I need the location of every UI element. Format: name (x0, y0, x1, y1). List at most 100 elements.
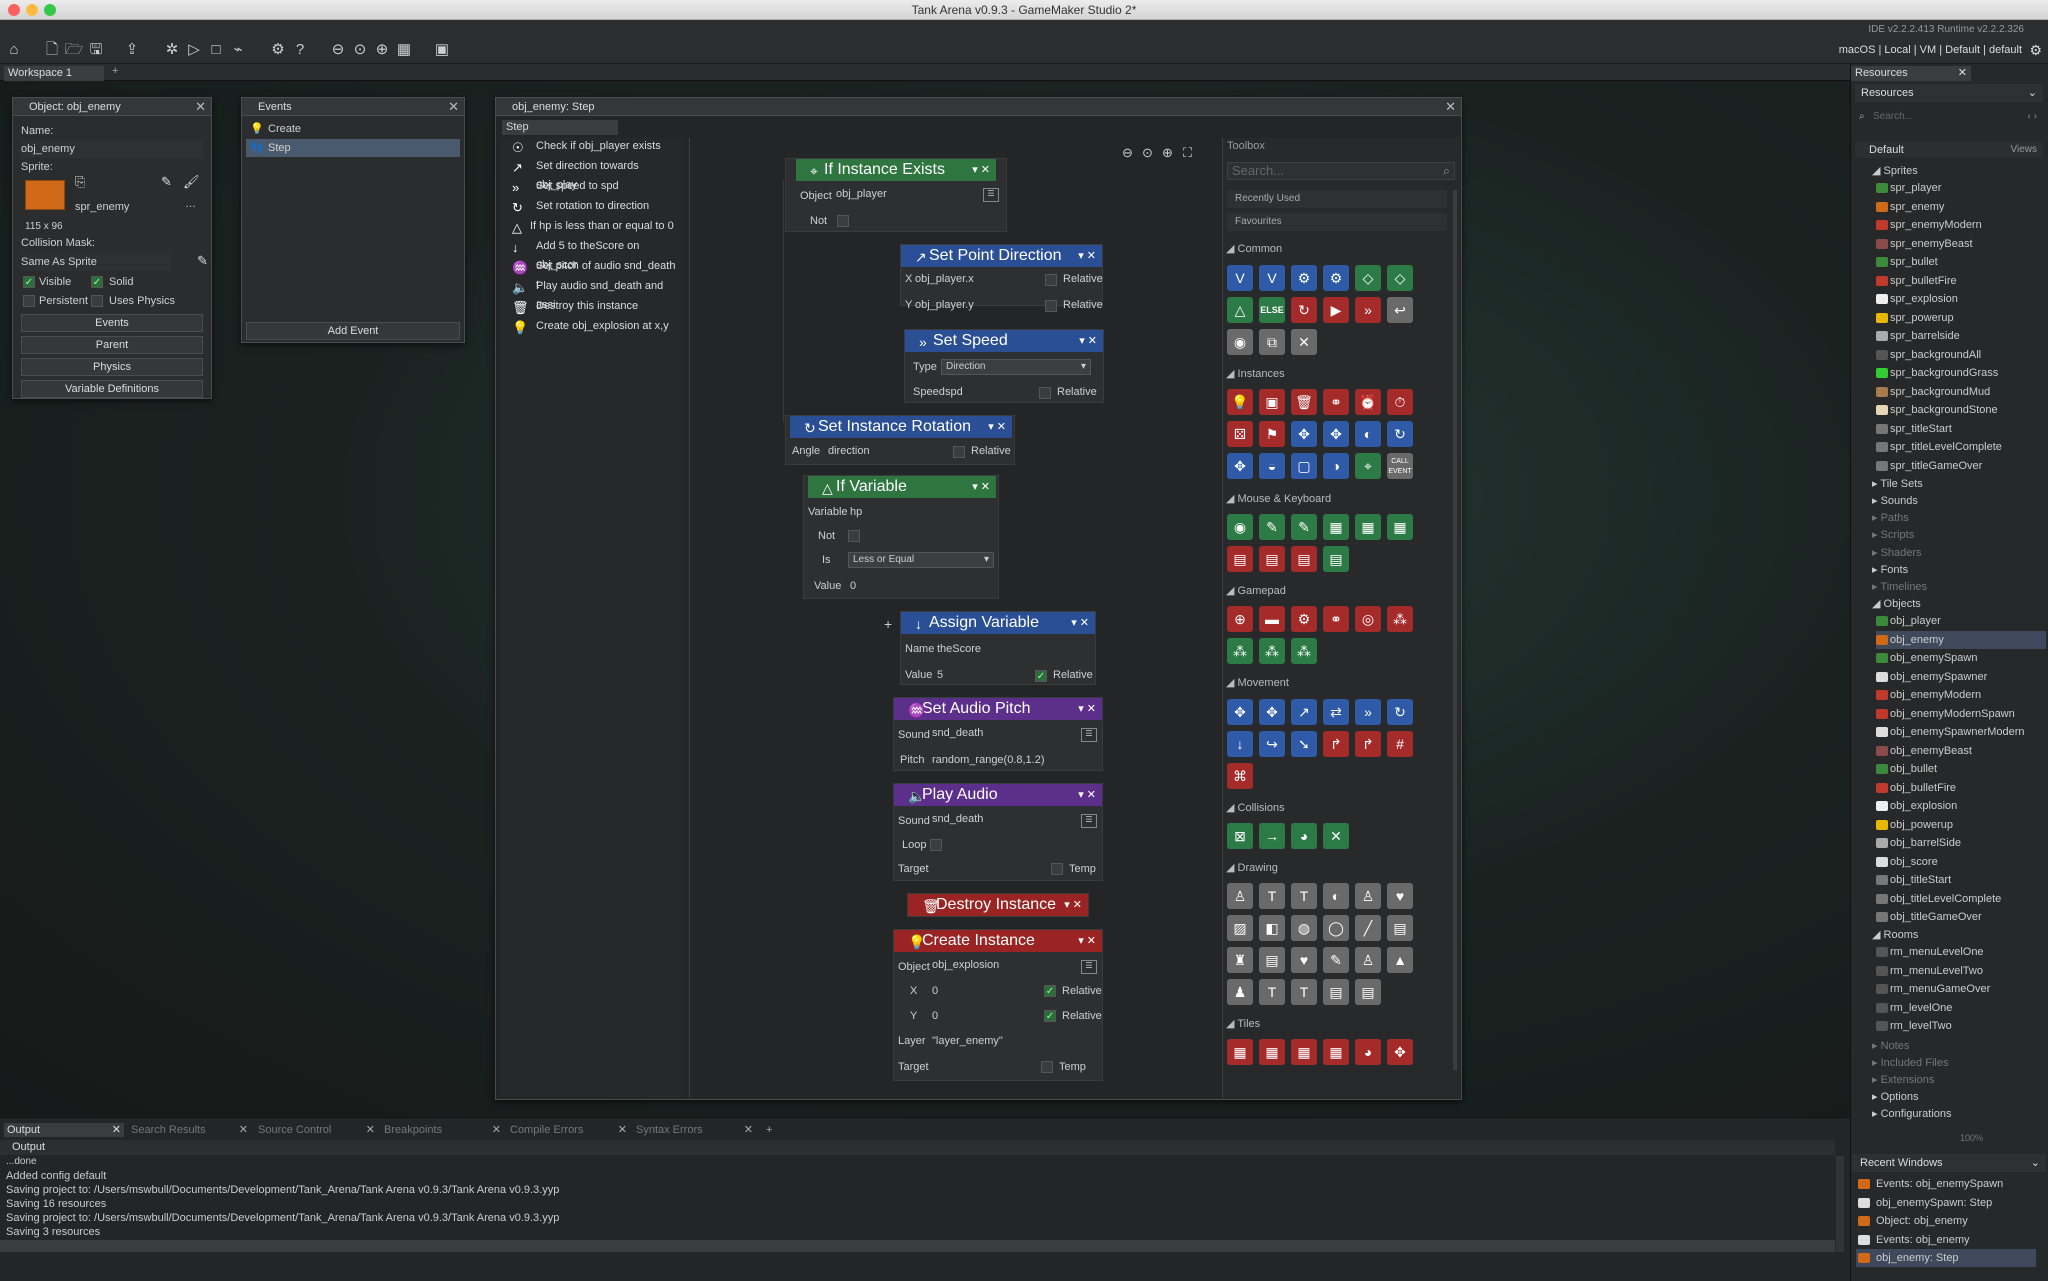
category-tilesets[interactable]: ▸ Tile Sets (1872, 477, 1923, 490)
mouse-pressed-icon[interactable]: ◉ (1227, 514, 1253, 540)
keyboard-check-icon[interactable]: ▤ (1323, 546, 1349, 572)
compile-errors-tab[interactable]: Compile Errors ✕ (510, 1123, 630, 1137)
var-icon[interactable]: V (1227, 265, 1253, 291)
speed-field[interactable]: spd (945, 386, 963, 398)
object-field[interactable]: obj_player (836, 188, 887, 200)
keyboard-set-icon[interactable]: ▤ (1259, 546, 1285, 572)
tile-mirror-icon[interactable]: ◕ (1355, 1039, 1381, 1065)
set-alignment-icon[interactable]: ▤ (1323, 979, 1349, 1005)
set-gravity-icon[interactable]: ↓ (1227, 731, 1253, 757)
tile-rotate-icon[interactable]: ▦ (1323, 1039, 1349, 1065)
path-end-icon[interactable]: ↱ (1355, 731, 1381, 757)
category-notes[interactable]: ▸ Notes (1872, 1039, 1909, 1052)
sprite-item[interactable]: spr_powerup (1876, 309, 2046, 327)
sprite-item[interactable]: spr_titleGameOver (1876, 457, 2046, 475)
section-drawing[interactable]: ◢ Drawing (1226, 861, 1278, 874)
object-item[interactable]: obj_barrelSide (1876, 834, 2046, 852)
add-event-button[interactable]: Add Event (246, 322, 460, 340)
object-item[interactable]: obj_player (1876, 612, 2046, 630)
target-info[interactable]: macOS | Local | VM | Default | default (1839, 44, 2022, 56)
help-icon[interactable]: ? (290, 40, 310, 60)
sound-picker-icon[interactable]: ☰ (1081, 728, 1097, 742)
instance-count-icon[interactable]: ⚄ (1227, 421, 1253, 447)
sprite-item[interactable]: spr_enemyModern (1876, 216, 2046, 234)
sprite-item[interactable]: spr_titleLevelComplete (1876, 438, 2046, 456)
object-item[interactable]: obj_explosion (1876, 797, 2046, 815)
monitor-icon[interactable]: ▣ (432, 40, 452, 60)
debug-icon[interactable]: ✲ (162, 40, 182, 60)
mouse-released-icon[interactable]: ✎ (1291, 514, 1317, 540)
y-field[interactable]: obj_player.y (915, 299, 974, 311)
draw-variable-icon[interactable]: ♙ (1355, 947, 1381, 973)
type-dropdown[interactable]: Direction ▾ (941, 359, 1091, 375)
gamepad-vibrate-icon[interactable]: ⚭ (1323, 606, 1349, 632)
gamepad-if-pressed-icon[interactable]: ⁂ (1227, 638, 1253, 664)
value-field[interactable]: 0 (850, 580, 856, 592)
move-to-contact-icon[interactable]: → (1259, 823, 1285, 849)
destroy-instance-icon[interactable]: 🗑 (1291, 389, 1317, 415)
bounce-icon[interactable]: ⌘ (1227, 763, 1253, 789)
category-configurations[interactable]: ▸ Configurations (1872, 1107, 1952, 1120)
category-options[interactable]: ▸ Options (1872, 1090, 1919, 1103)
destroy-instance-block[interactable]: 🗑 Destroy Instance ▾ ✕ (907, 893, 1089, 917)
draw-healthbar-icon[interactable]: ▤ (1387, 915, 1413, 941)
var-global-icon[interactable]: V (1259, 265, 1285, 291)
workspace-tab[interactable]: Workspace 1 (4, 66, 104, 81)
step-list-item[interactable]: 💡 Create obj_explosion at x,y (506, 317, 680, 336)
key-released-icon[interactable]: ▦ (1387, 514, 1413, 540)
else-icon[interactable]: ELSE (1259, 297, 1285, 323)
if-variable-block[interactable]: △ If Variable ▾ ✕ Variable hp Not Is Less … (803, 475, 999, 599)
instance-sprite-icon[interactable]: ✥ (1227, 453, 1253, 479)
room-item[interactable]: rm_menuGameOver (1876, 980, 2046, 998)
run-icon[interactable]: ▷ (184, 40, 204, 60)
snap-to-grid-icon[interactable]: # (1387, 731, 1413, 757)
step-list-item[interactable]: 🔈 Play audio snd_death and assi (506, 277, 680, 311)
export-icon[interactable]: ⇪ (122, 40, 142, 60)
add-workspace-button[interactable]: + (112, 65, 118, 77)
block-menu-icon[interactable]: ▾ ✕ (1078, 784, 1096, 806)
temp-checkbox[interactable] (1051, 863, 1063, 875)
x-field[interactable]: 0 (932, 985, 938, 997)
add-tab-button[interactable]: + (766, 1123, 772, 1137)
sprite-item[interactable]: spr_backgroundGrass (1876, 364, 2046, 382)
step-list-item[interactable]: ↗ Set direction towards obj_play (506, 157, 680, 191)
resources-tab[interactable]: Resources ✕ (1851, 66, 1971, 81)
relative-checkbox[interactable] (1039, 387, 1051, 399)
zoom-out-icon[interactable]: ⊖ (328, 40, 348, 60)
room-item[interactable]: rm_menuLevelOne (1876, 943, 2046, 961)
while-icon[interactable]: ▶ (1323, 297, 1349, 323)
alarm-get-icon[interactable]: ⏱ (1387, 389, 1413, 415)
draw-background-icon[interactable]: ▲ (1387, 947, 1413, 973)
y-field[interactable]: 0 (932, 1010, 938, 1022)
breakpoints-tab[interactable]: Breakpoints ✕ (384, 1123, 504, 1137)
close-icon[interactable]: ✕ (1445, 98, 1456, 116)
syntax-errors-tab[interactable]: Syntax Errors ✕ (636, 1123, 756, 1137)
sprite-item[interactable]: spr_barrelside (1876, 327, 2046, 345)
object-item[interactable]: obj_enemyModernSpawn (1876, 705, 2046, 723)
instance-colour-icon[interactable]: ◑ (1323, 453, 1349, 479)
tile-set-icon[interactable]: ▦ (1227, 1039, 1253, 1065)
step-list-item[interactable]: » Set speed to spd (506, 177, 680, 196)
physics-button[interactable]: Physics (21, 358, 203, 376)
resources-search-input[interactable]: ⌕ Search... ‹ › (1855, 108, 2043, 126)
section-movement[interactable]: ◢ Movement (1226, 676, 1289, 689)
name-field[interactable]: theScore (937, 643, 981, 655)
gamepad-connected-icon[interactable]: ◎ (1355, 606, 1381, 632)
object-item[interactable]: obj_enemyModern (1876, 686, 2046, 704)
sprite-rotation-icon[interactable]: ◐ (1355, 421, 1381, 447)
assign-variable-block[interactable]: ↓ Assign Variable ▾ ✕ Name theScore Value … (900, 611, 1096, 685)
draw-value-icon[interactable]: ▤ (1259, 947, 1285, 973)
sprite-item[interactable]: spr_enemyBeast (1876, 235, 2046, 253)
object-item[interactable]: obj_bullet (1876, 760, 2046, 778)
search-results-tab[interactable]: Search Results ✕ (131, 1123, 251, 1137)
set-colour-icon[interactable]: ▤ (1355, 979, 1381, 1005)
if-variable-icon[interactable]: △ (1227, 297, 1253, 323)
output-tab[interactable]: Output ✕ (4, 1123, 124, 1137)
category-sounds[interactable]: ▸ Sounds (1872, 494, 1918, 507)
if-object-at-icon[interactable]: ◕ (1291, 823, 1317, 849)
instance-alpha-icon[interactable]: ▢ (1291, 453, 1317, 479)
sound-picker-icon[interactable]: ☰ (1081, 814, 1097, 828)
gamepad-stick-icon[interactable]: ⁂ (1387, 606, 1413, 632)
output-vertical-scrollbar[interactable] (1836, 1156, 1844, 1252)
category-fonts[interactable]: ▸ Fonts (1872, 563, 1908, 576)
